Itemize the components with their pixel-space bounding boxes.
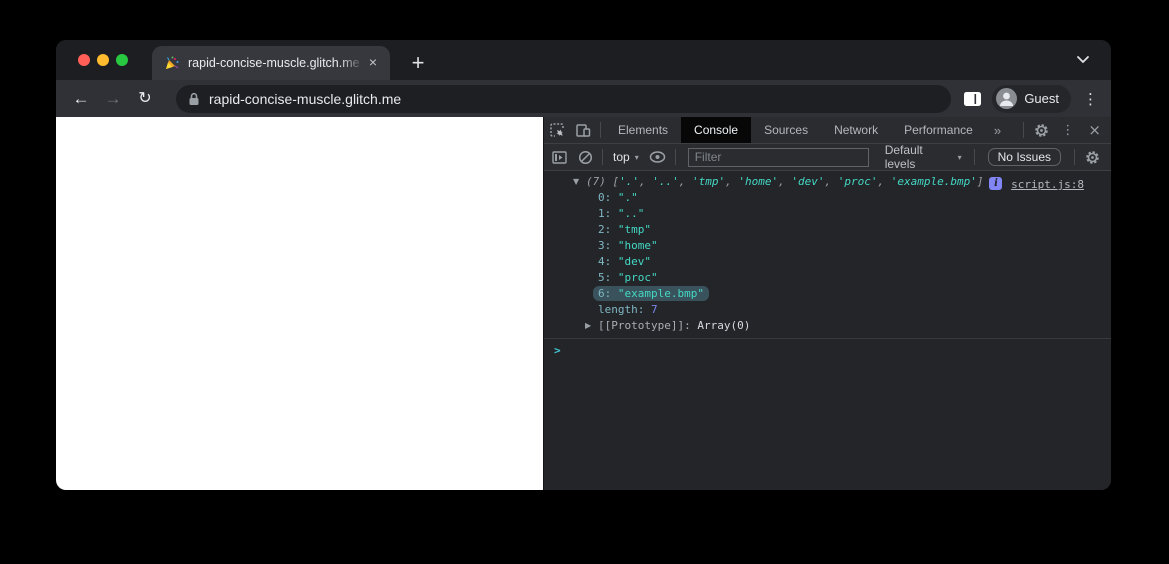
divider: [600, 122, 601, 138]
array-entry-row: 2: "tmp": [598, 223, 651, 236]
filter-input[interactable]: [687, 147, 869, 167]
tab-elements[interactable]: Elements: [605, 117, 681, 143]
no-issues-button[interactable]: No Issues: [987, 148, 1061, 166]
array-entry-row: 4: "dev": [598, 255, 651, 268]
array-preview-row[interactable]: ▼ (7) ['.', '..', 'tmp', 'home', 'dev', '…: [544, 174, 1111, 193]
reload-button[interactable]: ↻: [132, 86, 158, 112]
tab-close-icon[interactable]: ×: [364, 54, 382, 72]
tab-network[interactable]: Network: [821, 117, 891, 143]
party-popper-favicon-icon: [164, 55, 180, 71]
browser-window: rapid-concise-muscle.glitch.me × + ← → ↻…: [56, 40, 1111, 490]
devtools-tab-bar: Elements Console Sources Network Perform…: [544, 117, 1111, 144]
live-expression-eye-icon[interactable]: [645, 144, 671, 170]
devtools-menu-icon[interactable]: ⋮: [1054, 123, 1081, 138]
divider: [674, 149, 676, 165]
array-entry-row: 1: "..": [598, 207, 645, 220]
divider: [973, 149, 975, 165]
tab-strip: rapid-concise-muscle.glitch.me × +: [56, 40, 1111, 80]
devtools-close-icon[interactable]: ×: [1081, 121, 1111, 139]
profile-button[interactable]: Guest: [992, 84, 1071, 113]
console-sidebar-icon[interactable]: [546, 144, 572, 170]
array-entry-row-highlighted[interactable]: 6: "example.bmp": [544, 286, 1111, 302]
array-entry-row: 5: "proc": [598, 271, 658, 284]
prototype-row[interactable]: ▶ [[Prototype]]: Array(0): [544, 318, 1111, 334]
fullscreen-window-button[interactable]: [116, 54, 128, 66]
lock-icon[interactable]: [188, 92, 200, 106]
device-toolbar-icon[interactable]: [570, 117, 596, 143]
tab-search-chevron-icon[interactable]: [1075, 54, 1091, 66]
chevron-down-icon: ▾: [957, 152, 962, 162]
array-entry-row: 3: "home": [598, 239, 658, 252]
collapse-triangle-icon[interactable]: ▼: [573, 174, 586, 190]
tab-console[interactable]: Console: [681, 117, 752, 143]
back-button[interactable]: ←: [68, 86, 94, 112]
devtools-settings-gear-icon[interactable]: [1028, 117, 1054, 143]
tab-sources[interactable]: Sources: [751, 117, 821, 143]
chevron-down-icon: ▾: [634, 152, 639, 162]
console-toolbar: top ▾ Default levels ▾ No Issues: [544, 143, 1111, 171]
tab-performance[interactable]: Performance: [891, 117, 986, 143]
side-panel-icon[interactable]: [963, 91, 982, 107]
prompt-chevron-icon: >: [554, 344, 561, 357]
url-text: rapid-concise-muscle.glitch.me: [209, 90, 402, 107]
minimize-window-button[interactable]: [97, 54, 109, 66]
console-prompt[interactable]: >: [544, 339, 1111, 359]
guest-avatar-icon: [996, 88, 1018, 109]
page-content: [56, 117, 543, 490]
tab-title-fade: [340, 56, 364, 70]
console-output: ▼ (7) ['.', '..', 'tmp', 'home', 'dev', '…: [544, 171, 1111, 490]
console-message: ▼ (7) ['.', '..', 'tmp', 'home', 'dev', '…: [544, 171, 1111, 339]
address-bar[interactable]: rapid-concise-muscle.glitch.me: [176, 84, 952, 113]
info-badge-icon[interactable]: i: [989, 177, 1003, 190]
context-selector[interactable]: top ▾: [607, 150, 645, 164]
array-length-row: length: 7: [598, 303, 658, 316]
divider: [602, 149, 603, 165]
expand-triangle-icon[interactable]: ▶: [585, 318, 598, 334]
divider: [1074, 149, 1075, 165]
highlighted-entry: 6: "example.bmp": [593, 286, 709, 301]
traffic-lights: [78, 54, 128, 66]
divider: [1023, 122, 1025, 138]
profile-label: Guest: [1024, 91, 1059, 106]
inspect-element-icon[interactable]: [544, 117, 570, 143]
clear-console-icon[interactable]: [572, 144, 598, 170]
more-tabs-icon[interactable]: »: [986, 123, 1009, 138]
content-area: Elements Console Sources Network Perform…: [56, 117, 1111, 490]
source-location-link[interactable]: script.js:8: [1011, 177, 1084, 193]
close-window-button[interactable]: [78, 54, 90, 66]
tab-title: rapid-concise-muscle.glitch.me: [188, 56, 364, 70]
browser-toolbar: ← → ↻ rapid-concise-muscle.glitch.me Gue…: [56, 80, 1111, 117]
browser-menu-icon[interactable]: ⋮: [1083, 90, 1098, 108]
forward-button[interactable]: →: [100, 86, 126, 112]
new-tab-button[interactable]: +: [404, 50, 432, 78]
log-levels-selector[interactable]: Default levels ▾: [877, 143, 970, 171]
console-settings-gear-icon[interactable]: [1079, 144, 1105, 170]
browser-tab[interactable]: rapid-concise-muscle.glitch.me ×: [152, 46, 390, 80]
devtools-panel: Elements Console Sources Network Perform…: [543, 117, 1111, 490]
